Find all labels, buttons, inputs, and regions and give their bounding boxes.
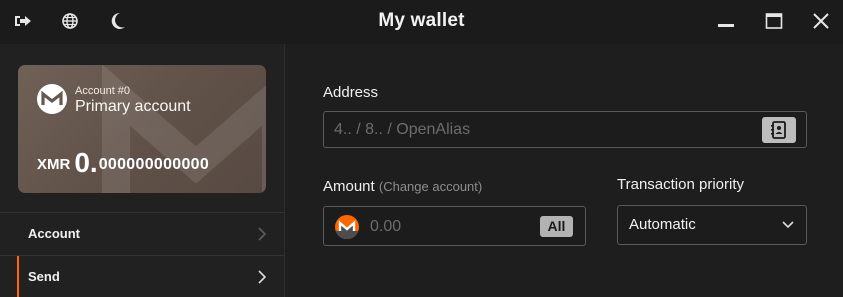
priority-select[interactable]: Automatic — [617, 205, 807, 245]
chevron-right-icon — [258, 227, 267, 241]
sidebar-item-send[interactable]: Send — [0, 255, 285, 297]
priority-label: Transaction priority — [617, 176, 744, 193]
amount-label: Amount (Change account) — [323, 178, 483, 195]
amount-input[interactable]: 0.00 All — [323, 206, 586, 246]
amount-placeholder: 0.00 — [370, 218, 402, 235]
balance-currency: XMR — [37, 156, 71, 173]
address-input[interactable]: 4.. / 8.. / OpenAlias — [323, 111, 807, 148]
priority-value: Automatic — [629, 216, 696, 233]
monero-logo-icon — [37, 84, 67, 114]
address-book-icon — [771, 121, 786, 139]
close-icon[interactable] — [811, 11, 831, 31]
balance: XMR 0.000000000000 — [37, 147, 209, 179]
send-form: Address 4.. / 8.. / OpenAlias Amount (Ch… — [286, 44, 843, 297]
maximize-icon[interactable] — [764, 11, 784, 31]
chevron-down-icon — [782, 221, 794, 229]
active-indicator — [17, 256, 19, 297]
change-account-link[interactable]: (Change account) — [379, 179, 482, 194]
address-placeholder: 4.. / 8.. / OpenAlias — [334, 121, 471, 138]
account-number: Account #0 — [75, 85, 131, 97]
address-label: Address — [323, 84, 379, 101]
balance-decimal: 000000000000 — [98, 156, 210, 173]
sidebar: Account #0 Primary account XMR 0.00000000… — [0, 44, 285, 297]
account-card[interactable]: Account #0 Primary account XMR 0.00000000… — [18, 65, 266, 193]
account-name: Primary account — [75, 98, 191, 115]
balance-integer: 0. — [74, 147, 98, 178]
title-bar: My wallet — [0, 0, 843, 44]
sidebar-item-label: Account — [28, 226, 80, 241]
chevron-right-icon — [258, 270, 267, 284]
minimize-icon[interactable] — [716, 11, 736, 31]
address-book-button[interactable] — [762, 117, 796, 143]
monero-currency-icon — [335, 215, 359, 239]
all-button[interactable]: All — [540, 216, 573, 237]
sidebar-item-account[interactable]: Account — [0, 212, 285, 254]
sidebar-item-label: Send — [28, 269, 60, 284]
